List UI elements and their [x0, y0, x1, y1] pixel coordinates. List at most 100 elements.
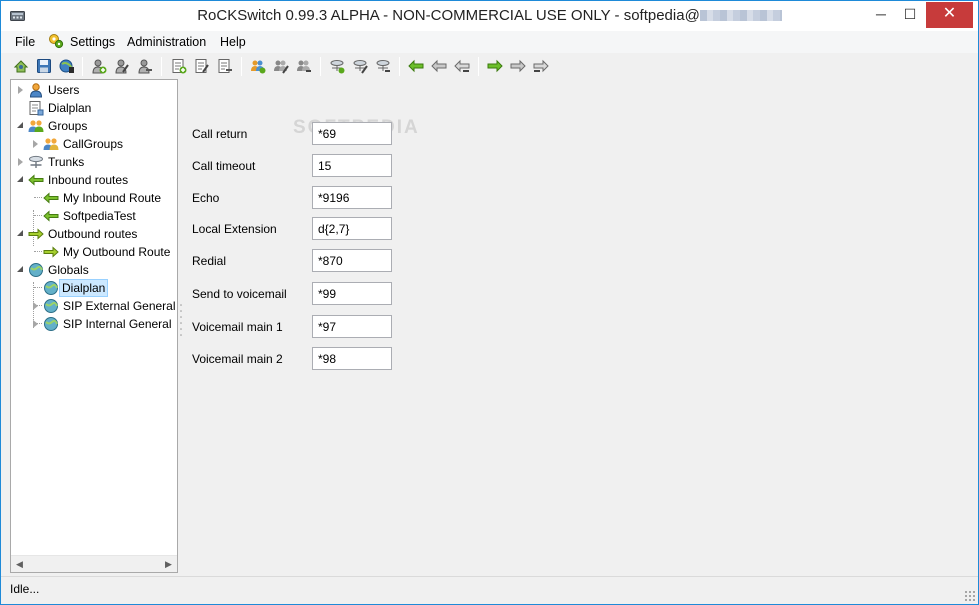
resize-grip-icon[interactable]: [964, 590, 975, 601]
add-outbound-route-button[interactable]: [485, 56, 505, 76]
echo-field[interactable]: [312, 186, 392, 209]
scroll-left-icon[interactable]: ◀: [11, 556, 28, 572]
remove-outbound-route-icon: [533, 59, 549, 73]
tree-item-trunks[interactable]: Trunks: [11, 153, 177, 171]
globe-icon: [29, 263, 43, 277]
add-dialplan-button[interactable]: [169, 56, 189, 76]
tree-item-my-outbound-route[interactable]: My Outbound Route: [11, 243, 177, 261]
redial-field[interactable]: [312, 249, 392, 272]
edit-outbound-route-icon: [510, 59, 526, 73]
status-text: Idle...: [10, 582, 40, 596]
menu-help[interactable]: Help: [220, 34, 246, 51]
tree-item-sip-external-general[interactable]: SIP External General: [11, 297, 177, 315]
add-user-button[interactable]: [89, 56, 109, 76]
tree-label: Groups: [48, 119, 88, 133]
add-inbound-route-icon: [408, 59, 424, 73]
connect-button[interactable]: [11, 56, 31, 76]
remove-inbound-route-button[interactable]: [452, 56, 472, 76]
add-inbound-route-button[interactable]: [406, 56, 426, 76]
tree-item-my-inbound-route[interactable]: My Inbound Route: [11, 189, 177, 207]
tree-item-sip-internal-general[interactable]: SIP Internal General: [11, 315, 177, 333]
globe-icon: [44, 281, 58, 295]
menu-settings[interactable]: Settings: [70, 34, 115, 51]
add-dialplan-icon: [172, 59, 187, 74]
add-trunk-icon: [330, 60, 345, 74]
label-redial: Redial: [192, 254, 227, 268]
expand-arrow-icon[interactable]: [33, 302, 38, 310]
tree-item-softpediatest[interactable]: SoftpediaTest: [11, 207, 177, 225]
add-group-icon: [251, 60, 266, 74]
tree-item-globals-dialplan[interactable]: Dialplan: [11, 279, 177, 297]
gear-icon: [49, 34, 64, 49]
call-return-field[interactable]: [312, 122, 392, 145]
label-send-to-voicemail: Send to voicemail: [192, 287, 287, 301]
tree-item-dialplan[interactable]: Dialplan: [11, 99, 177, 117]
remove-dialplan-button[interactable]: [215, 56, 235, 76]
tree-item-users[interactable]: Users: [11, 81, 177, 99]
tree-label: Trunks: [48, 155, 85, 169]
edit-user-button[interactable]: [112, 56, 132, 76]
toolbar-separator: [478, 57, 479, 76]
edit-group-button[interactable]: [271, 56, 291, 76]
remove-group-button[interactable]: [294, 56, 314, 76]
tree-item-globals[interactable]: Globals: [11, 261, 177, 279]
remove-outbound-route-button[interactable]: [531, 56, 551, 76]
voicemail-main-2-field[interactable]: [312, 347, 392, 370]
tree-label: SoftpediaTest: [63, 209, 136, 223]
edit-trunk-button[interactable]: [350, 56, 370, 76]
label-call-return: Call return: [192, 127, 248, 141]
tree-label: SIP Internal General: [63, 317, 172, 331]
minimize-button[interactable]: ─: [867, 2, 895, 28]
expand-arrow-icon[interactable]: [33, 140, 38, 148]
menu-file[interactable]: File: [15, 34, 35, 51]
collapse-arrow-icon[interactable]: [17, 266, 23, 272]
label-echo: Echo: [192, 191, 220, 205]
expand-arrow-icon[interactable]: [18, 158, 23, 166]
redacted-email-mask: [699, 10, 782, 21]
edit-user-icon: [115, 59, 129, 74]
scroll-right-icon[interactable]: ▶: [160, 556, 177, 572]
label-local-extension: Local Extension: [192, 222, 277, 236]
send-to-voicemail-field[interactable]: [312, 282, 392, 305]
outbound-arrow-icon: [43, 246, 59, 258]
add-user-icon: [92, 59, 107, 74]
globe-icon: [44, 299, 58, 313]
close-button[interactable]: ✕: [926, 2, 973, 28]
tree-label: My Outbound Route: [63, 245, 171, 259]
collapse-arrow-icon[interactable]: [17, 176, 23, 182]
call-timeout-field[interactable]: [312, 154, 392, 177]
toolbar-separator: [241, 57, 242, 76]
collapse-arrow-icon[interactable]: [17, 230, 23, 236]
save-button[interactable]: [34, 56, 54, 76]
tree-label: Inbound routes: [48, 173, 129, 187]
collapse-arrow-icon[interactable]: [17, 122, 23, 128]
remove-user-button[interactable]: [135, 56, 155, 76]
remove-user-icon: [138, 59, 152, 74]
navigation-tree[interactable]: Users Dialplan Groups CallGroups Trunks: [10, 79, 178, 573]
tree-item-groups[interactable]: Groups: [11, 117, 177, 135]
tree-item-outbound-routes[interactable]: Outbound routes: [11, 225, 177, 243]
title-bar[interactable]: RoCKSwitch 0.99.3 ALPHA - NON-COMMERCIAL…: [1, 1, 978, 31]
expand-arrow-icon[interactable]: [33, 320, 38, 328]
toolbar-separator: [399, 57, 400, 76]
maximize-button[interactable]: ☐: [896, 2, 924, 28]
toolbar-separator: [161, 57, 162, 76]
edit-inbound-route-button[interactable]: [429, 56, 449, 76]
add-group-button[interactable]: [248, 56, 268, 76]
edit-outbound-route-button[interactable]: [508, 56, 528, 76]
tree-item-inbound-routes[interactable]: Inbound routes: [11, 171, 177, 189]
globe-icon: [44, 317, 58, 331]
edit-dialplan-button[interactable]: [192, 56, 212, 76]
voicemail-main-1-field[interactable]: [312, 315, 392, 338]
remove-trunk-button[interactable]: [373, 56, 393, 76]
edit-inbound-route-icon: [431, 59, 447, 73]
add-trunk-button[interactable]: [327, 56, 347, 76]
horizontal-scrollbar[interactable]: ◀ ▶: [11, 555, 177, 572]
local-extension-field[interactable]: [312, 217, 392, 240]
remove-group-icon: [297, 60, 311, 72]
network-button[interactable]: [57, 56, 77, 76]
menu-administration[interactable]: Administration: [127, 34, 206, 51]
tree-item-callgroups[interactable]: CallGroups: [11, 135, 177, 153]
inbound-arrow-icon: [43, 192, 59, 204]
expand-arrow-icon[interactable]: [18, 86, 23, 94]
